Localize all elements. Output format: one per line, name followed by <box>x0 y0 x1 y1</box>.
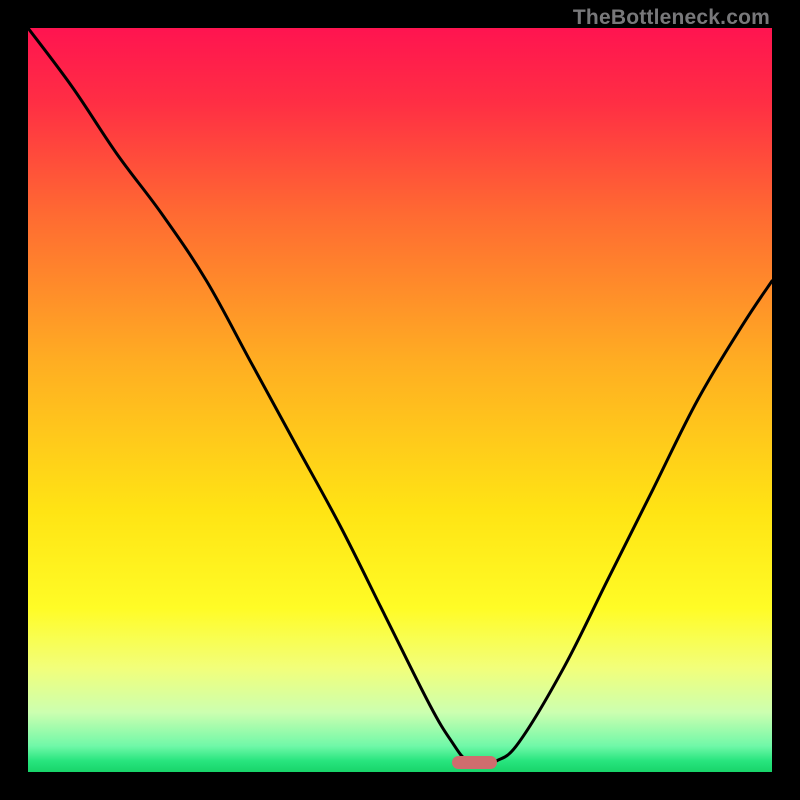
watermark-text: TheBottleneck.com <box>573 6 770 30</box>
plot-area <box>28 28 772 772</box>
optimal-marker <box>452 756 497 769</box>
bottleneck-curve <box>28 28 772 772</box>
